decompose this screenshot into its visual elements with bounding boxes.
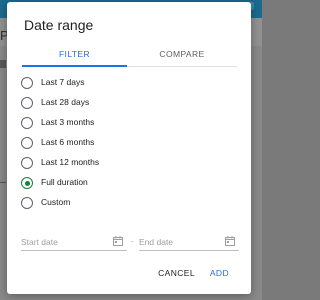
add-button[interactable]: ADD [210,268,229,278]
radio-selected-dot [24,180,30,186]
radio-button[interactable] [21,77,33,89]
option-last-7-days[interactable]: Last 7 days [21,74,181,94]
tab-filter[interactable]: FILTER [22,42,127,66]
option-custom[interactable]: Custom [21,194,181,214]
option-label: Last 12 months [41,157,100,167]
radio-button[interactable] [21,137,33,149]
option-label: Custom [41,197,71,207]
start-date-field[interactable]: Start date [21,234,127,251]
option-last-6-months[interactable]: Last 6 months [21,134,181,154]
cancel-button[interactable]: CANCEL [158,268,195,278]
option-label: Last 6 months [41,137,95,147]
end-date-field[interactable]: End date [139,234,239,251]
tab-compare[interactable]: COMPARE [127,42,237,66]
option-last-3-months[interactable]: Last 3 months [21,114,181,134]
end-date-placeholder: End date [139,237,174,247]
radio-button[interactable] [21,117,33,129]
active-tab-indicator [22,65,127,67]
background-chip [0,60,6,68]
option-label: Last 3 months [41,117,95,127]
option-full-duration[interactable]: Full duration [21,174,181,194]
radio-button[interactable] [21,197,33,209]
radio-button[interactable] [21,157,33,169]
option-last-28-days[interactable]: Last 28 days [21,94,181,114]
date-range-dialog: Date range FILTER COMPARE Last 7 days La… [7,2,251,294]
option-label: Last 7 days [41,77,85,87]
calendar-icon[interactable] [113,236,123,246]
date-range-options: Last 7 days Last 28 days Last 3 months L… [21,74,181,214]
dialog-actions: CANCEL ADD [7,268,251,286]
radio-button-selected[interactable] [21,177,33,189]
option-label: Full duration [41,177,88,187]
start-date-placeholder: Start date [21,237,58,247]
background-divider [0,182,6,183]
radio-button[interactable] [21,97,33,109]
date-separator: - [131,237,134,246]
calendar-icon[interactable] [225,236,235,246]
option-last-12-months[interactable]: Last 12 months [21,154,181,174]
dialog-title: Date range [24,17,94,33]
option-label: Last 28 days [41,97,90,107]
custom-date-fields: Start date - End date [21,234,239,251]
dialog-tabs: FILTER COMPARE [7,42,251,67]
